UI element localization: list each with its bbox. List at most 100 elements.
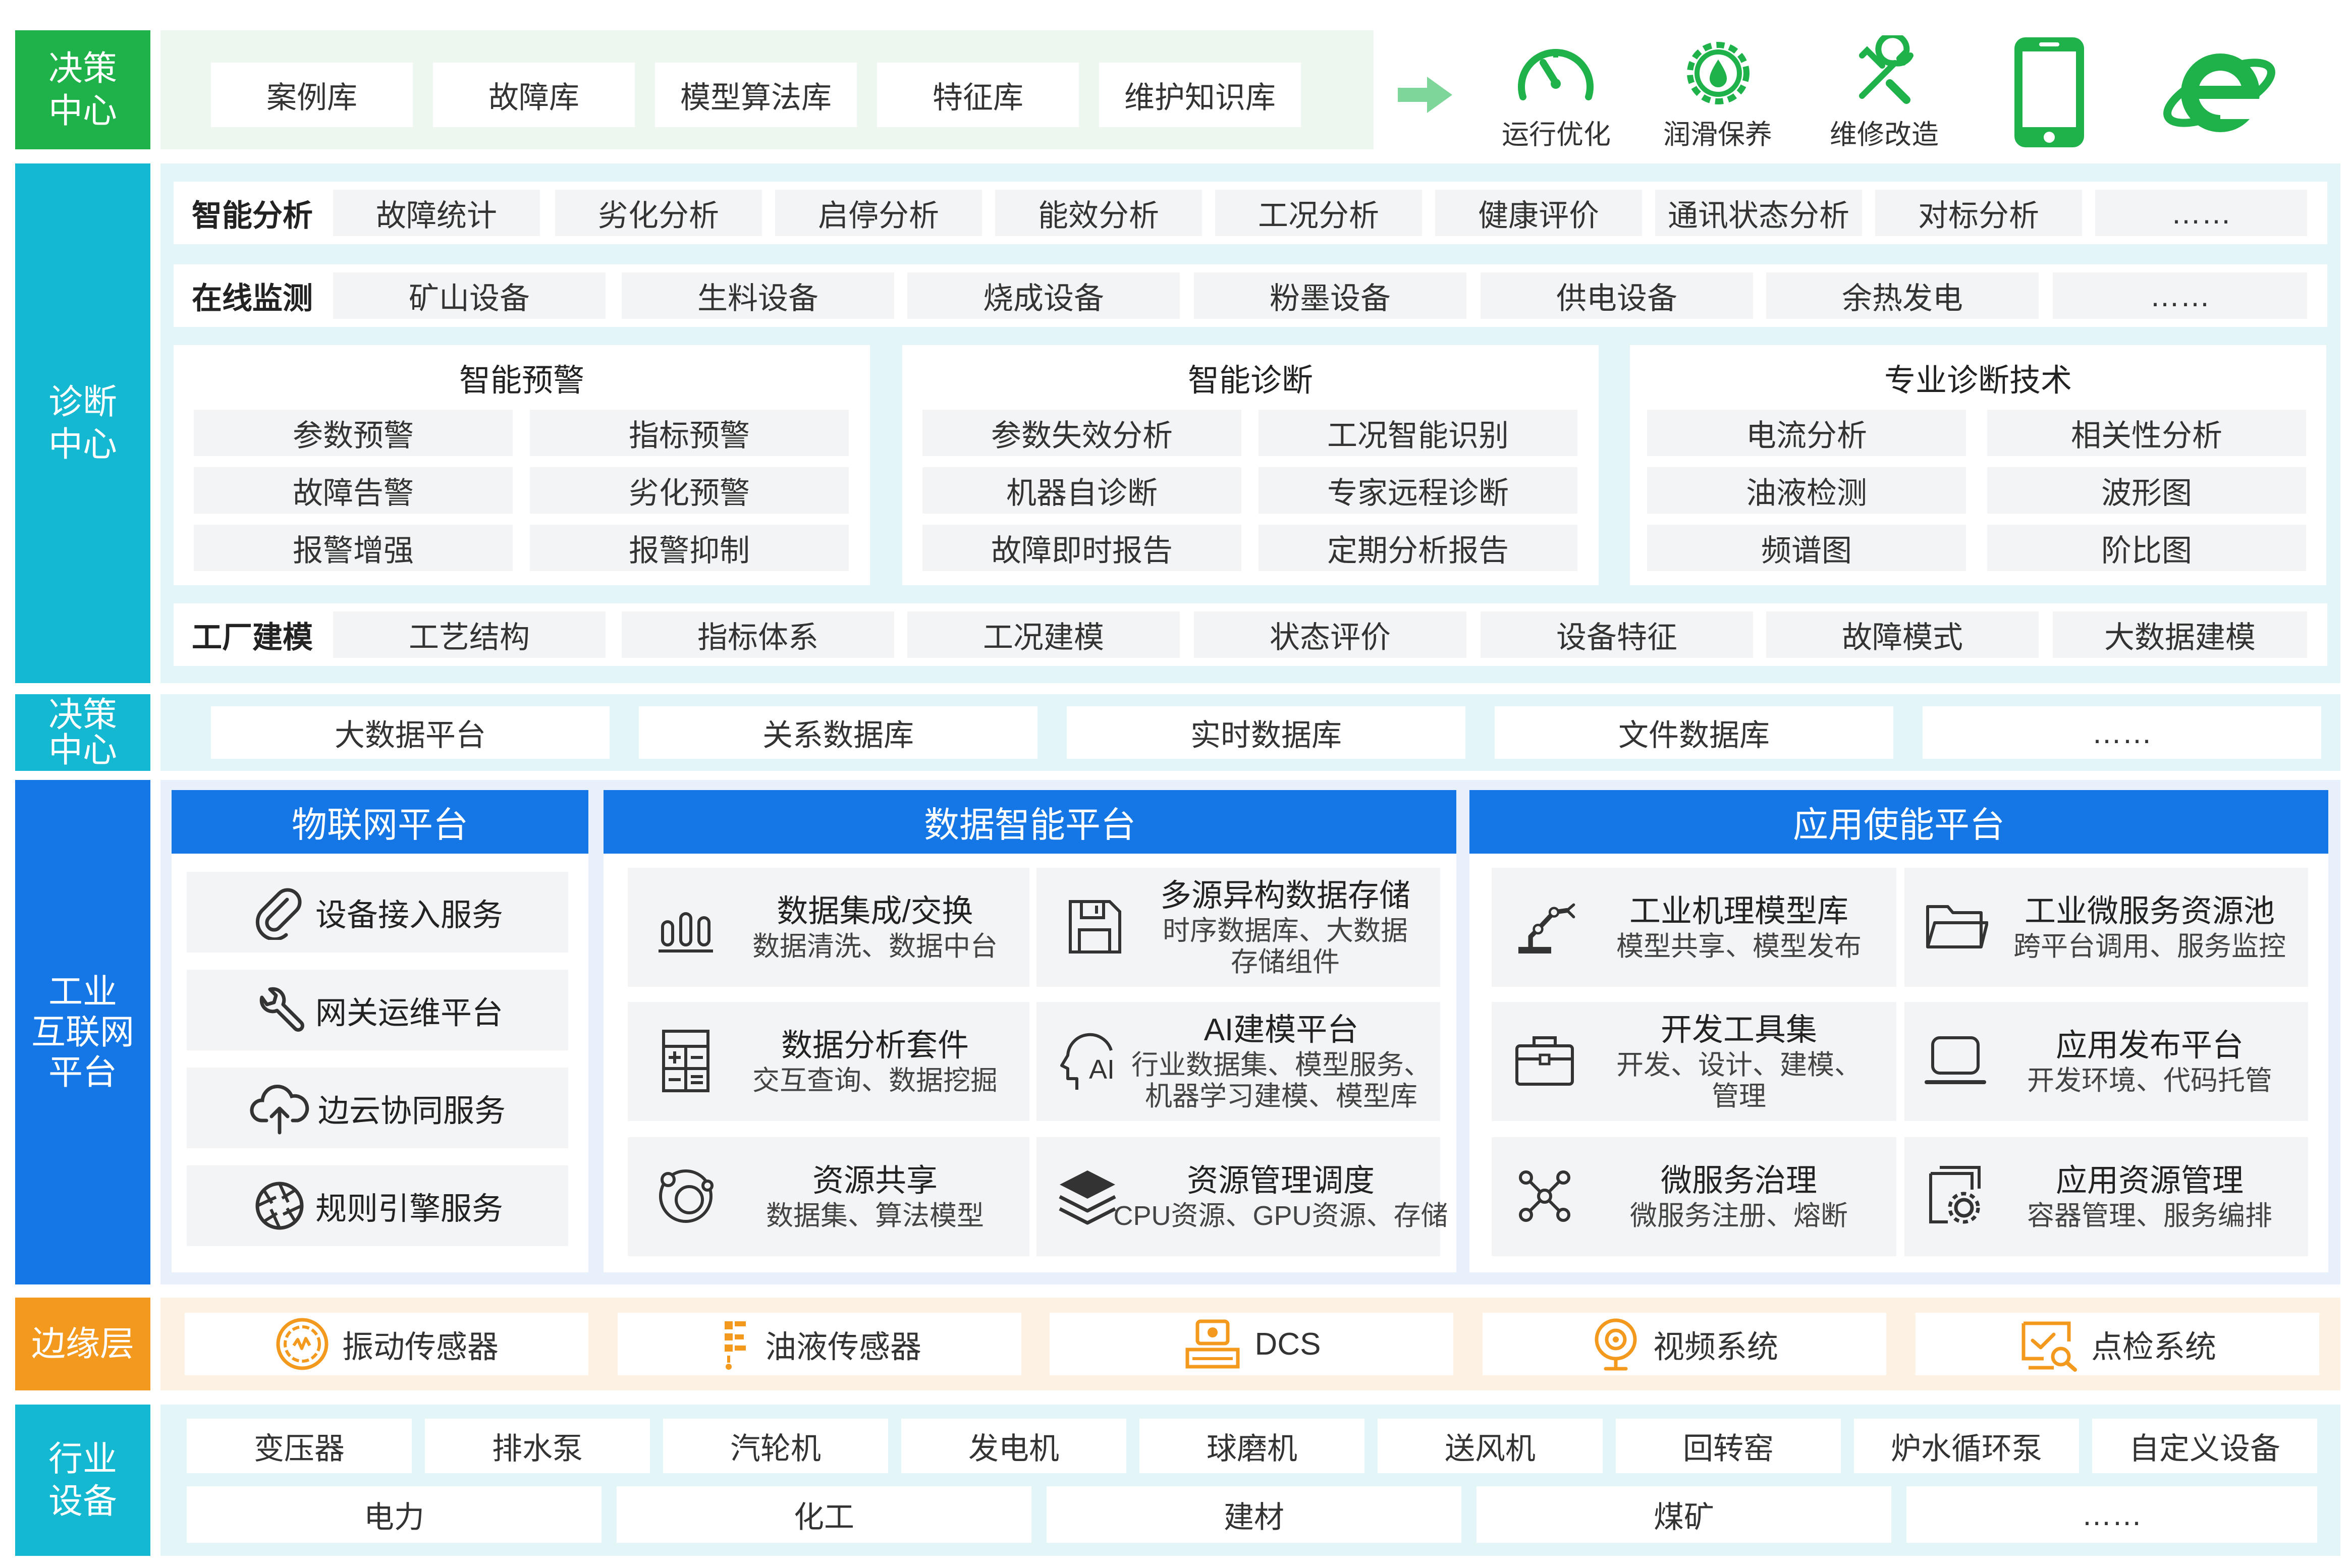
grinding-equipment[interactable]: 粉墨设备 <box>1194 272 1466 319</box>
microservice-pool-card[interactable]: 工业微服务资源池 跨平台调用、服务监控 <box>1904 868 2308 987</box>
industry-building-materials[interactable]: 建材 <box>1047 1486 1461 1543</box>
feature-library[interactable]: 特征库 <box>877 63 1079 127</box>
ai-modeling-card[interactable]: AI AI建模平台 行业数据集、模型服务、 机器学习建模、模型库 <box>1036 1002 1440 1121</box>
spectrum[interactable]: 频谱图 <box>1647 525 1966 571</box>
raw-meal-equipment[interactable]: 生料设备 <box>622 272 894 319</box>
order-analysis[interactable]: 阶比图 <box>1987 525 2306 571</box>
relational-database[interactable]: 关系数据库 <box>639 706 1037 759</box>
machine-self-diagnosis[interactable]: 机器自诊断 <box>922 467 1241 514</box>
index-system[interactable]: 指标体系 <box>622 611 894 658</box>
health-evaluation[interactable]: 健康评价 <box>1435 190 1642 236</box>
expert-remote-diagnosis[interactable]: 专家远程诊断 <box>1259 467 1577 514</box>
platform-label-line2: 互联网 <box>31 1013 134 1051</box>
data-layer-more[interactable]: …… <box>1923 706 2321 759</box>
output-label-lubrication: 润滑保养 <box>1663 120 1772 150</box>
app-release-card[interactable]: 应用发布平台 开发环境、代码托管 <box>1904 1002 2308 1121</box>
vibration-sensor[interactable]: 振动传感器 <box>185 1313 588 1375</box>
rule-engine-service[interactable]: 规则引擎服务 <box>187 1165 568 1246</box>
ai-modeling-desc1: 行业数据集、模型服务、 <box>1131 1050 1431 1080</box>
microservice-governance-card[interactable]: 微服务治理 微服务注册、熔断 <box>1492 1137 1896 1256</box>
file-database[interactable]: 文件数据库 <box>1495 706 1893 759</box>
mechanism-model-card[interactable]: 工业机理模型库 模型共享、模型发布 <box>1492 868 1896 987</box>
condition-modeling[interactable]: 工况建模 <box>907 611 1180 658</box>
equipment-feature[interactable]: 设备特征 <box>1481 611 1753 658</box>
waste-heat-power[interactable]: 余热发电 <box>1766 272 2039 319</box>
resource-sharing-card[interactable]: 资源共享 数据集、算法模型 <box>628 1137 1029 1256</box>
edge-cloud-service[interactable]: 边云协同服务 <box>187 1068 568 1148</box>
industry-more[interactable]: …… <box>1906 1486 2317 1543</box>
device-access-service[interactable]: 设备接入服务 <box>187 872 568 953</box>
generator[interactable]: 发电机 <box>901 1419 1126 1473</box>
ball-mill[interactable]: 球磨机 <box>1139 1419 1364 1473</box>
correlation-analysis[interactable]: 相关性分析 <box>1987 410 2306 456</box>
firing-equipment[interactable]: 烧成设备 <box>907 272 1180 319</box>
condition-analysis[interactable]: 工况分析 <box>1215 190 1422 236</box>
steam-turbine[interactable]: 汽轮机 <box>663 1419 888 1473</box>
alarm-enhance[interactable]: 报警增强 <box>194 525 513 571</box>
instant-fault-report[interactable]: 故障即时报告 <box>922 525 1241 571</box>
inspection-icon <box>2018 1316 2079 1372</box>
inspection-system[interactable]: 点检系统 <box>1916 1313 2319 1375</box>
boiler-circulation-pump[interactable]: 炉水循环泵 <box>1854 1419 2079 1473</box>
fault-mode[interactable]: 故障模式 <box>1766 611 2039 658</box>
data-integration-card[interactable]: 数据集成/交换 数据清洗、数据中台 <box>628 868 1029 987</box>
rotary-kiln[interactable]: 回转窑 <box>1616 1419 1841 1473</box>
communication-status-analysis[interactable]: 通讯状态分析 <box>1655 190 1862 236</box>
process-structure[interactable]: 工艺结构 <box>333 611 606 658</box>
custom-equipment[interactable]: 自定义设备 <box>2092 1419 2317 1473</box>
waveform[interactable]: 波形图 <box>1987 467 2306 514</box>
degradation-warning[interactable]: 劣化预警 <box>530 467 849 514</box>
current-analysis[interactable]: 电流分析 <box>1647 410 1966 456</box>
big-data-modeling[interactable]: 大数据建模 <box>2053 611 2307 658</box>
vibration-icon <box>275 1316 330 1372</box>
param-failure-analysis[interactable]: 参数失效分析 <box>922 410 1241 456</box>
status-evaluation[interactable]: 状态评价 <box>1194 611 1466 658</box>
data-analysis-suite-card[interactable]: 数据分析套件 交互查询、数据挖掘 <box>628 1002 1029 1121</box>
case-library[interactable]: 案例库 <box>211 63 413 127</box>
resource-scheduling-card[interactable]: 资源管理调度 CPU资源、GPU资源、存储 <box>1036 1137 1448 1256</box>
model-algorithm-library[interactable]: 模型算法库 <box>655 63 857 127</box>
blower[interactable]: 送风机 <box>1378 1419 1603 1473</box>
maintenance-knowledge-library[interactable]: 维护知识库 <box>1099 63 1301 127</box>
big-data-platform[interactable]: 大数据平台 <box>211 706 610 759</box>
start-stop-analysis[interactable]: 启停分析 <box>775 190 982 236</box>
dev-toolkit-card[interactable]: 开发工具集 开发、设计、建模、 管理 <box>1492 1002 1896 1121</box>
realtime-database[interactable]: 实时数据库 <box>1067 706 1465 759</box>
app-resource-card[interactable]: 应用资源管理 容器管理、服务编排 <box>1904 1137 2308 1256</box>
fault-statistics[interactable]: 故障统计 <box>333 190 540 236</box>
edge-layer-label: 边缘层 <box>15 1298 150 1390</box>
ai-modeling-title: AI建模平台 <box>1204 1013 1359 1047</box>
oil-testing[interactable]: 油液检测 <box>1647 467 1966 514</box>
arrow-right-icon <box>1398 75 1453 115</box>
gateway-ops-platform[interactable]: 网关运维平台 <box>187 970 568 1050</box>
alarm-suppress[interactable]: 报警抑制 <box>530 525 849 571</box>
output-label-run-optimize: 运行优化 <box>1502 120 1611 150</box>
param-warning[interactable]: 参数预警 <box>194 410 513 456</box>
dcs-system[interactable]: DCS <box>1050 1313 1453 1375</box>
oil-sensor[interactable]: 油液传感器 <box>618 1313 1021 1375</box>
degradation-analysis[interactable]: 劣化分析 <box>555 190 762 236</box>
industry-coal-mine[interactable]: 煤矿 <box>1477 1486 1891 1543</box>
industry-power[interactable]: 电力 <box>187 1486 602 1543</box>
floppy-disk-icon <box>1062 894 1127 960</box>
mining-equipment[interactable]: 矿山设备 <box>333 272 606 319</box>
smart-analysis-more[interactable]: …… <box>2095 190 2307 236</box>
fault-alarm[interactable]: 故障告警 <box>194 467 513 514</box>
energy-efficiency-analysis[interactable]: 能效分析 <box>995 190 1202 236</box>
fault-library[interactable]: 故障库 <box>433 63 635 127</box>
benchmark-analysis[interactable]: 对标分析 <box>1875 190 2082 236</box>
power-supply-equipment[interactable]: 供电设备 <box>1481 272 1753 319</box>
industry-chemical[interactable]: 化工 <box>617 1486 1031 1543</box>
index-warning[interactable]: 指标预警 <box>530 410 849 456</box>
oil-sensor-label: 油液传感器 <box>764 1330 921 1365</box>
online-monitor-more[interactable]: …… <box>2053 272 2307 319</box>
decision-label-line1: 决策 <box>48 49 117 88</box>
app-enable-title: 应用使能平台 <box>1469 790 2328 854</box>
transformer[interactable]: 变压器 <box>187 1419 412 1473</box>
drainage-pump[interactable]: 排水泵 <box>425 1419 650 1473</box>
periodic-analysis-report[interactable]: 定期分析报告 <box>1259 525 1577 571</box>
condition-recognition[interactable]: 工况智能识别 <box>1259 410 1577 456</box>
multi-source-storage-card[interactable]: 多源异构数据存储 时序数据库、大数据 存储组件 <box>1036 868 1440 987</box>
folder-icon <box>1923 894 1988 960</box>
video-system[interactable]: 视频系统 <box>1483 1313 1886 1375</box>
